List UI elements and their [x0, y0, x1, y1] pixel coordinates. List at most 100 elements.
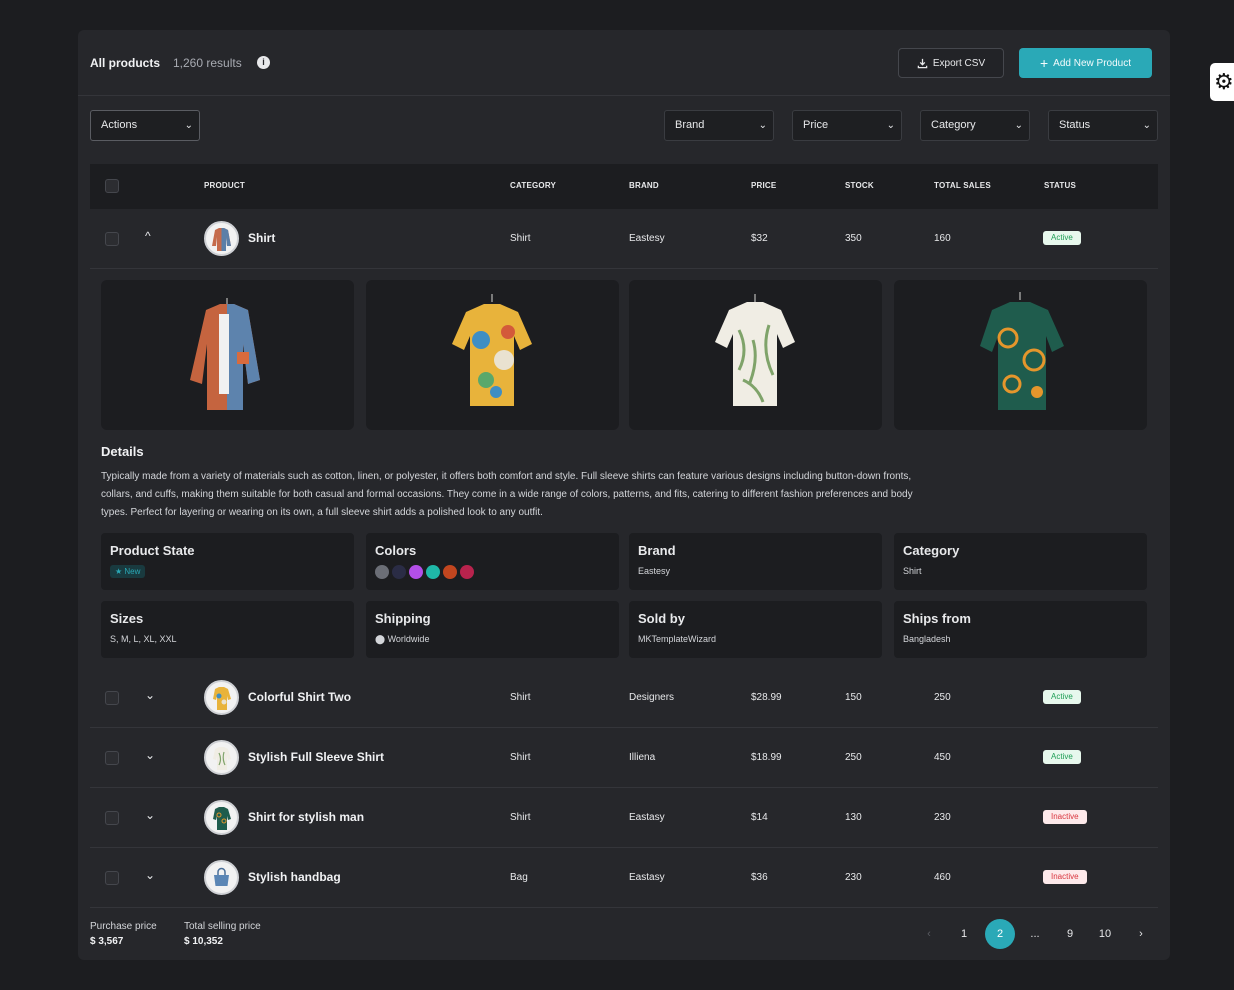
page-button-10[interactable]: 10: [1090, 919, 1120, 949]
settings-tab[interactable]: ⚙: [1210, 63, 1234, 101]
category-value: Shirt: [903, 566, 922, 576]
product-brand: Designers: [629, 692, 675, 703]
product-thumbnail: [204, 221, 239, 256]
product-brand: Eastasy: [629, 812, 665, 823]
chevron-down-icon[interactable]: ⌄: [145, 748, 155, 762]
product-price: $18.99: [751, 752, 782, 763]
product-category: Shirt: [510, 692, 531, 703]
table-row[interactable]: ⌄ Stylish handbag Bag Eastasy $36 230 46…: [90, 848, 1158, 908]
brand-filter[interactable]: Brand ⌄: [664, 110, 774, 141]
export-csv-label: Export CSV: [932, 57, 986, 69]
category-card: Category Shirt: [894, 533, 1147, 590]
status-badge: Active: [1043, 690, 1081, 704]
add-product-button[interactable]: + Add New Product: [1019, 48, 1152, 78]
product-name[interactable]: Colorful Shirt Two: [248, 690, 351, 704]
shipping-value-row: ⬤ Worldwide: [375, 634, 429, 645]
product-stock: 230: [845, 872, 862, 883]
product-thumbnail: [204, 740, 239, 775]
info-icon[interactable]: i: [257, 56, 270, 69]
column-header-brand: BRAND: [629, 181, 659, 190]
sizes-card: Sizes S, M, L, XL, XXL: [101, 601, 354, 658]
ships-from-card: Ships from Bangladesh: [894, 601, 1147, 658]
chevron-down-icon[interactable]: ⌄: [145, 868, 155, 882]
status-filter[interactable]: Status ⌄: [1048, 110, 1158, 141]
export-csv-button[interactable]: Export CSV: [898, 48, 1004, 78]
purchase-price-value: $ 3,567: [90, 936, 124, 947]
color-swatch[interactable]: [443, 565, 457, 579]
column-header-stock: STOCK: [845, 181, 874, 190]
status-badge: Inactive: [1043, 870, 1087, 884]
gear-icon: ⚙: [1214, 69, 1234, 94]
prev-page-button[interactable]: ‹: [914, 919, 944, 949]
table-row[interactable]: ⌄ Shirt for stylish man Shirt Eastasy $1…: [90, 788, 1158, 848]
brand-card: Brand Eastesy: [629, 533, 882, 590]
product-total-sales: 160: [934, 233, 951, 244]
product-total-sales: 450: [934, 752, 951, 763]
product-stock: 250: [845, 752, 862, 763]
details-heading: Details: [101, 444, 144, 459]
download-icon: [917, 58, 928, 68]
table-row[interactable]: ^ Shirt Shirt Eastesy $32 350 160 Active: [90, 209, 1158, 269]
product-name[interactable]: Stylish handbag: [248, 870, 341, 884]
product-image-3[interactable]: [629, 280, 882, 430]
plus-icon: +: [1039, 55, 1049, 71]
product-price: $32: [751, 233, 768, 244]
actions-select[interactable]: Actions ⌄: [90, 110, 200, 141]
status-badge: Active: [1043, 231, 1081, 245]
product-image-2[interactable]: [366, 280, 619, 430]
color-swatch[interactable]: [392, 565, 406, 579]
page-button-2[interactable]: 2: [985, 919, 1015, 949]
chevron-down-icon[interactable]: ⌄: [145, 688, 155, 702]
product-price: $14: [751, 812, 768, 823]
products-panel: All products 1,260 results i Export CSV …: [78, 30, 1170, 960]
price-filter[interactable]: Price ⌄: [792, 110, 902, 141]
category-label: Category: [903, 543, 960, 558]
ships-from-label: Ships from: [903, 611, 971, 626]
product-state-value: New: [124, 567, 141, 576]
table-row[interactable]: ⌄ Colorful Shirt Two Shirt Designers $28…: [90, 668, 1158, 728]
category-filter-value: Category: [931, 119, 976, 131]
new-badge: ★ New: [110, 565, 146, 578]
selling-price-value: $ 10,352: [184, 936, 223, 947]
product-name[interactable]: Stylish Full Sleeve Shirt: [248, 750, 384, 764]
table-row[interactable]: ⌄ Stylish Full Sleeve Shirt Shirt Illien…: [90, 728, 1158, 788]
chevron-up-icon[interactable]: ^: [145, 229, 151, 243]
sold-by-card: Sold by MKTemplateWizard: [629, 601, 882, 658]
row-checkbox[interactable]: [105, 232, 119, 246]
page-button-1[interactable]: 1: [949, 919, 979, 949]
product-total-sales: 250: [934, 692, 951, 703]
product-brand: Eastasy: [629, 872, 665, 883]
chevron-down-icon: ⌄: [1142, 120, 1151, 131]
column-header-total-sales: TOTAL SALES: [934, 181, 991, 190]
color-swatch[interactable]: [409, 565, 423, 579]
star-icon: ★: [115, 567, 123, 576]
color-swatch[interactable]: [460, 565, 474, 579]
product-name[interactable]: Shirt: [248, 231, 275, 245]
page-button-9[interactable]: 9: [1055, 919, 1085, 949]
color-swatch[interactable]: [426, 565, 440, 579]
row-checkbox[interactable]: [105, 691, 119, 705]
product-stock: 150: [845, 692, 862, 703]
color-swatch[interactable]: [375, 565, 389, 579]
product-image-1[interactable]: [101, 280, 354, 430]
product-total-sales: 460: [934, 872, 951, 883]
column-header-price: PRICE: [751, 181, 777, 190]
sizes-value: S, M, L, XL, XXL: [110, 634, 177, 644]
row-checkbox[interactable]: [105, 871, 119, 885]
actions-select-value: Actions: [101, 119, 138, 131]
chevron-down-icon: ⌄: [1014, 120, 1023, 131]
sold-by-value: MKTemplateWizard: [638, 634, 717, 644]
row-checkbox[interactable]: [105, 811, 119, 825]
next-page-button[interactable]: ›: [1126, 919, 1156, 949]
chevron-down-icon: ⌄: [184, 120, 193, 131]
column-header-status: STATUS: [1044, 181, 1077, 190]
result-count: 1,260 results: [173, 56, 242, 70]
row-checkbox[interactable]: [105, 751, 119, 765]
chevron-down-icon[interactable]: ⌄: [145, 808, 155, 822]
product-name[interactable]: Shirt for stylish man: [248, 810, 364, 824]
select-all-checkbox[interactable]: [105, 179, 119, 193]
product-category: Bag: [510, 872, 528, 883]
category-filter[interactable]: Category ⌄: [920, 110, 1030, 141]
price-filter-value: Price: [803, 119, 829, 131]
product-image-4[interactable]: [894, 280, 1147, 430]
